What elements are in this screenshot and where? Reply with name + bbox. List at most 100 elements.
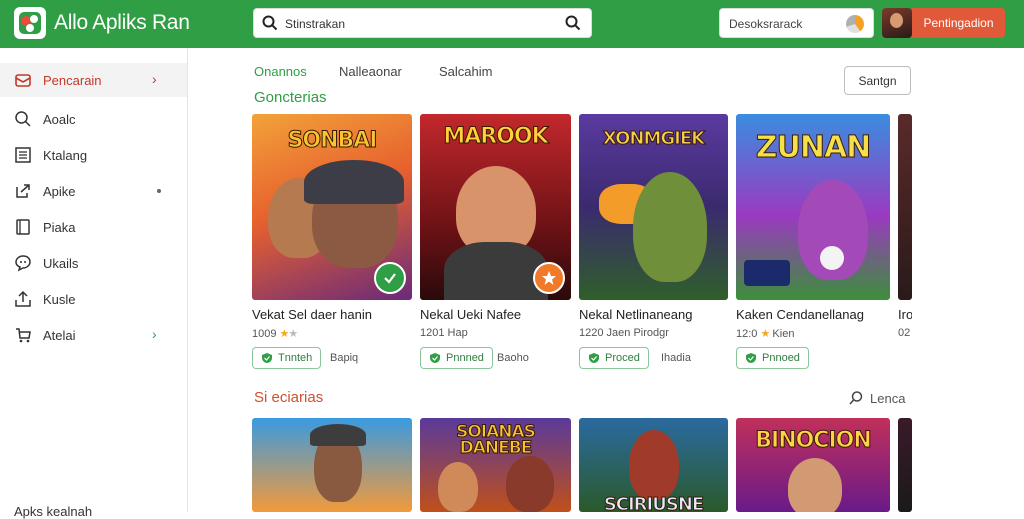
game-card-tag-label: Pnnoed: [762, 352, 800, 364]
game-helmet: [304, 160, 404, 204]
game-card-name[interactable]: Kaken Cendanellanag: [736, 307, 864, 322]
game-armor: [444, 242, 548, 300]
search-submit-icon[interactable]: [565, 15, 581, 36]
game-card-rating: 1201 Hap: [420, 327, 468, 339]
game-card-image[interactable]: SOIANAS DANEBE: [420, 418, 571, 512]
game-card-name[interactable]: Vekat Sel daer hanin: [252, 307, 372, 322]
game-card-rating: 1009 ★★: [252, 327, 298, 340]
sidebar-item-ktalang[interactable]: Ktalang: [0, 138, 187, 172]
game-ball: [820, 246, 844, 270]
game-art-title: MAROOK: [443, 124, 549, 150]
sidebar-item-label: Ukails: [43, 256, 79, 271]
game-card-extra: Ihadia: [661, 352, 691, 364]
game-card-image[interactable]: [252, 418, 412, 512]
dot-icon: [157, 189, 161, 193]
game-card-extra: Baoho: [497, 352, 529, 364]
sidebar-item-label: Atelai: [43, 328, 76, 343]
game-card-name[interactable]: Nekal Ueki Nafee: [420, 307, 521, 322]
game-card-tag-label: Tnnteh: [278, 352, 313, 364]
search-icon: [14, 110, 32, 128]
game-card-name[interactable]: Nekal Netlinaneang: [579, 307, 692, 322]
sidebar-item-pencarain[interactable]: Pencarain ›: [0, 63, 187, 97]
game-character: [633, 172, 707, 282]
game-card-image[interactable]: SONBAI: [252, 114, 412, 300]
star-rating-icon: ★: [760, 328, 770, 340]
section-title: Si eciarias: [254, 389, 324, 406]
game-character: [788, 458, 842, 512]
search-input[interactable]: Stinstrakan: [253, 8, 592, 38]
avatar[interactable]: [882, 8, 912, 38]
sidebar-item-label: Piaka: [43, 220, 76, 235]
game-art-title: BINOCION: [755, 428, 873, 454]
game-card-image[interactable]: XONMGIEK: [579, 114, 728, 300]
login-button[interactable]: Pentingadion: [912, 8, 1005, 38]
book-icon: [14, 218, 32, 236]
game-card-image[interactable]: BINOCION: [736, 418, 890, 512]
game-card-tag-label: Proced: [605, 352, 640, 364]
app-logo-icon[interactable]: [14, 7, 46, 39]
app-title: Allo Apliks Ran: [54, 11, 190, 34]
sidebar-item-label: Ktalang: [43, 148, 88, 163]
app-header: Allo Apliks Ran Stinstrakan Desoksrarack…: [0, 0, 1024, 48]
upload-icon: [14, 290, 32, 308]
package-icon: [14, 71, 32, 89]
sidebar-item-atelai[interactable]: Atelai ›: [0, 318, 187, 352]
game-card-tag[interactable]: Pnnned: [420, 347, 493, 369]
game-character: [629, 430, 679, 500]
header-filter-text: Desoksrarack: [729, 17, 803, 31]
sidebar-item-piaka[interactable]: Piaka: [0, 210, 187, 244]
chat-icon: [14, 254, 32, 272]
tab-nalleaonar[interactable]: Nalleaonar: [339, 64, 402, 79]
game-card-name-partial[interactable]: Iro: [898, 307, 912, 322]
sidebar-item-apike[interactable]: Apike: [0, 174, 187, 208]
cart-icon: [14, 326, 32, 344]
tab-onannos[interactable]: Onannos: [254, 64, 307, 79]
section-title: Goncterias: [254, 89, 327, 106]
game-card-tag-label: Pnnned: [446, 352, 484, 364]
see-more-label: Lenca: [870, 390, 906, 406]
game-card-count-suffix: Hap: [447, 327, 468, 339]
game-logo-mini: [744, 260, 790, 286]
sidebar-item-aoalc[interactable]: Aoalc: [0, 102, 187, 136]
see-more-link[interactable]: Lenca: [848, 390, 905, 406]
game-card-image[interactable]: ZUNAN: [736, 114, 890, 300]
verified-badge-icon: [374, 262, 406, 294]
game-card-image[interactable]: MAROOK: [420, 114, 571, 300]
game-card-count-suffix: Kien: [772, 328, 795, 340]
shield-check-icon: [589, 353, 599, 363]
game-card-count-suffix: Jaen Pirodgr: [606, 327, 669, 339]
game-card-rating: 12:0 ★ Kien: [736, 327, 794, 340]
game-card-image-partial[interactable]: [898, 418, 912, 512]
game-card-tag[interactable]: Proced: [579, 347, 649, 369]
sidebar-item-label: Pencarain: [43, 73, 102, 88]
game-character: [438, 462, 478, 512]
list-icon: [14, 146, 32, 164]
chart-icon: [846, 15, 864, 33]
game-card-extra: Bapiq: [330, 352, 359, 364]
game-card-image[interactable]: SCIRIUSNE: [579, 418, 728, 512]
chevron-right-icon: ›: [152, 71, 157, 87]
game-helmet: [310, 424, 366, 446]
sidebar-item-label: Aoalc: [43, 112, 76, 127]
game-art-title: SONBAI: [287, 128, 378, 154]
game-card-count-partial: 02: [898, 327, 911, 339]
header-filter-field[interactable]: Desoksrarack: [719, 8, 874, 38]
sidebar-item-label: Kusle: [43, 292, 76, 307]
tab-salcahim[interactable]: Salcahim: [439, 64, 492, 79]
game-card-image-partial[interactable]: [898, 114, 912, 300]
share-icon: [14, 182, 32, 200]
game-card-tag[interactable]: Tnnteh: [252, 347, 322, 369]
game-card-count: 1009: [252, 328, 277, 340]
sidebar-item-kusle[interactable]: Kusle: [0, 282, 187, 316]
sidebar: Pencarain › Aoalc Ktalang Apike Piaka Uk…: [0, 48, 188, 519]
game-card-tag[interactable]: Pnnoed: [736, 347, 809, 369]
game-character: [506, 456, 554, 512]
shield-check-icon: [262, 353, 272, 363]
sort-button[interactable]: Santgn: [844, 66, 911, 95]
search-icon: [849, 391, 863, 405]
search-icon: [262, 15, 278, 36]
sidebar-item-ukails[interactable]: Ukails: [0, 246, 187, 280]
game-card-count: 12:0: [736, 328, 758, 340]
game-card-count: 1201: [420, 327, 445, 339]
star-badge-icon: [533, 262, 565, 294]
